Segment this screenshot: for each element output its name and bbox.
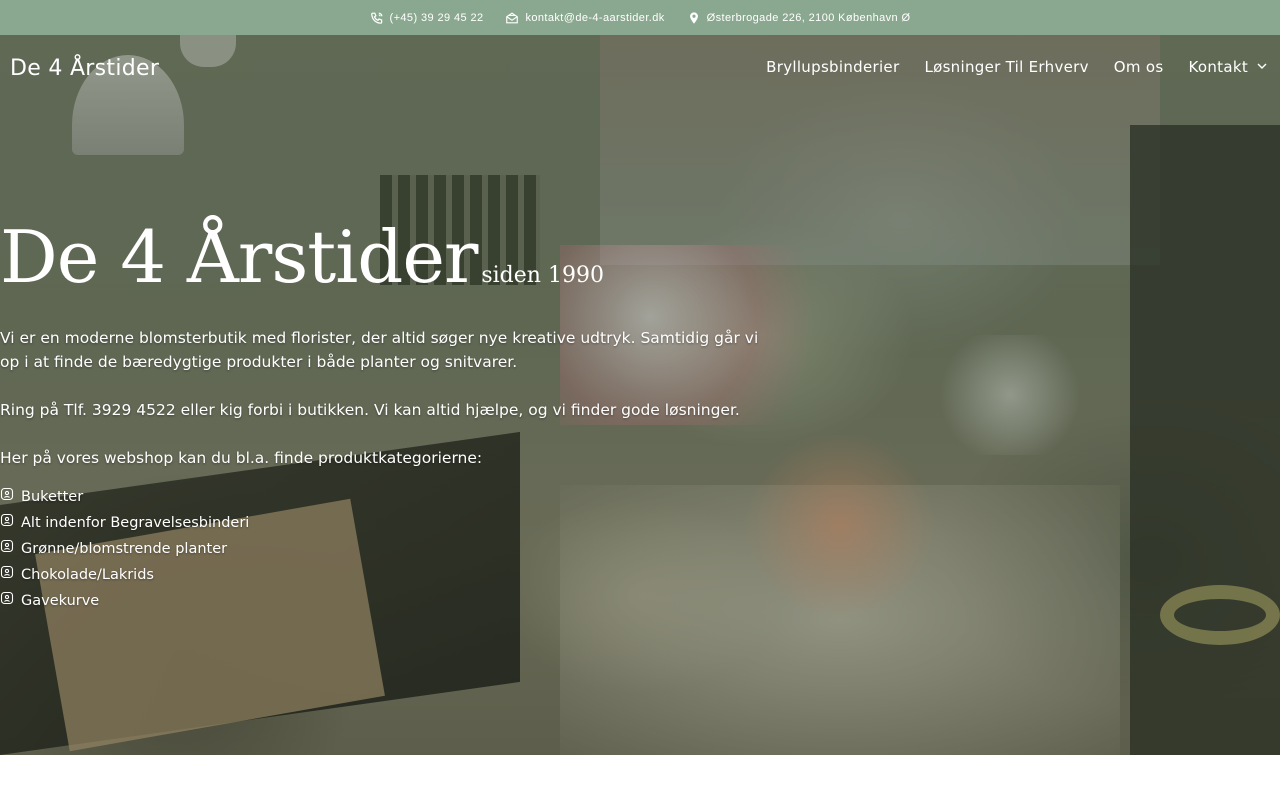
flower-badge-icon (0, 511, 14, 535)
hero-heading: De 4 Årstider siden 1990 (0, 215, 604, 299)
list-item-label: Grønne/blomstrende planter (21, 541, 228, 557)
nav-item-label: Om os (1113, 58, 1164, 76)
flower-badge-icon (0, 563, 14, 587)
hero-content: Vi er en moderne blomsterbutik med flori… (0, 326, 770, 614)
flower-badge-icon (0, 537, 14, 561)
main-nav: Bryllupsbinderier Løsninger Til Erhverv … (766, 58, 1268, 76)
list-item[interactable]: Gavekurve (0, 588, 770, 614)
hero-subtitle: siden 1990 (481, 263, 604, 288)
list-item-label: Buketter (21, 489, 84, 505)
nav-item-label: Løsninger Til Erhverv (924, 58, 1089, 76)
address-info[interactable]: Østerbrogade 226, 2100 København Ø (687, 11, 911, 25)
list-item-label: Chokolade/Lakrids (21, 567, 154, 583)
chevron-down-icon (1256, 58, 1268, 76)
list-item[interactable]: Alt indenfor Begravelsesbinderi (0, 510, 770, 536)
contact-paragraph: Ring på Tlf. 3929 4522 eller kig forbi i… (0, 401, 740, 419)
top-info-bar: (+45) 39 29 45 22 kontakt@de-4-aarstider… (0, 0, 1280, 35)
nav-item-label: Kontakt (1188, 58, 1248, 76)
envelope-icon (505, 11, 519, 25)
nav-item-erhverv[interactable]: Løsninger Til Erhverv (924, 58, 1088, 76)
flower-badge-icon (0, 589, 14, 613)
category-list: Buketter Alt indenfor Begravelsesbinderi… (0, 484, 770, 614)
map-pin-icon (687, 11, 701, 25)
address-text: Østerbrogade 226, 2100 København Ø (706, 11, 911, 24)
nav-item-bryllupsbinderier[interactable]: Bryllupsbinderier (766, 58, 899, 76)
email-info[interactable]: kontakt@de-4-aarstider.dk (505, 11, 664, 25)
list-item[interactable]: Buketter (0, 484, 770, 510)
phone-info[interactable]: (+45) 39 29 45 22 (370, 11, 484, 25)
list-item[interactable]: Grønne/blomstrende planter (0, 536, 770, 562)
list-item[interactable]: Chokolade/Lakrids (0, 562, 770, 588)
email-text: kontakt@de-4-aarstider.dk (525, 11, 665, 24)
list-item-label: Gavekurve (21, 593, 100, 609)
phone-text: (+45) 39 29 45 22 (389, 11, 484, 24)
site-logo[interactable]: De 4 Årstider (10, 56, 159, 81)
nav-item-om-os[interactable]: Om os (1114, 58, 1164, 76)
categories-intro: Her på vores webshop kan du bl.a. finde … (0, 449, 483, 467)
flower-badge-icon (0, 485, 14, 509)
list-item-label: Alt indenfor Begravelsesbinderi (21, 515, 250, 531)
nav-item-label: Bryllupsbinderier (766, 58, 900, 76)
hero-title: De 4 Årstider (0, 215, 478, 299)
phone-icon (370, 11, 384, 25)
intro-paragraph: Vi er en moderne blomsterbutik med flori… (0, 329, 759, 371)
nav-item-kontakt[interactable]: Kontakt (1188, 58, 1268, 76)
